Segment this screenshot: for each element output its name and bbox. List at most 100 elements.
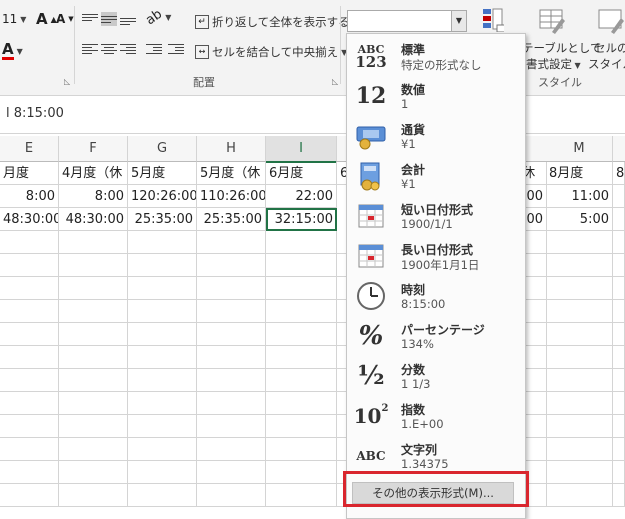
- menu-item-currency[interactable]: 通貨 ¥1: [347, 116, 525, 156]
- wrap-text-button[interactable]: ↵ 折り返して全体を表示する: [195, 14, 350, 30]
- cell[interactable]: 8:00: [59, 185, 128, 208]
- cell[interactable]: [0, 415, 59, 438]
- cell[interactable]: [128, 392, 197, 415]
- merge-center-button[interactable]: ↔ セルを結合して中央揃え ▼: [195, 44, 347, 60]
- shrink-font-button[interactable]: A ▼: [56, 12, 74, 26]
- cell[interactable]: [546, 346, 613, 369]
- cell[interactable]: [0, 231, 59, 254]
- cell[interactable]: 25:35:00: [128, 208, 197, 231]
- cell[interactable]: [59, 461, 128, 484]
- menu-item-text[interactable]: ABC 文字列 1.34375: [347, 436, 525, 476]
- cell[interactable]: [128, 346, 197, 369]
- cell[interactable]: [546, 484, 613, 507]
- number-format-combo[interactable]: ▼: [347, 10, 467, 32]
- cell[interactable]: [266, 369, 337, 392]
- format-as-table-icon[interactable]: [538, 8, 566, 34]
- font-color-dropdown-icon[interactable]: ▼: [17, 47, 23, 56]
- cell[interactable]: [266, 231, 337, 254]
- cell[interactable]: [266, 438, 337, 461]
- cell[interactable]: [266, 346, 337, 369]
- cell[interactable]: [197, 415, 266, 438]
- cell[interactable]: [59, 438, 128, 461]
- table-dropdown-icon[interactable]: ▼: [572, 61, 581, 70]
- cell[interactable]: 22:00: [266, 185, 337, 208]
- font-size-dropdown-icon[interactable]: ▼: [20, 15, 26, 24]
- menu-item-short-date[interactable]: 短い日付形式 1900/1/1: [347, 196, 525, 236]
- grow-font-button[interactable]: A ▲: [36, 10, 57, 28]
- cell[interactable]: 11:00: [546, 185, 613, 208]
- cell[interactable]: [266, 392, 337, 415]
- conditional-format-icon[interactable]: [482, 8, 506, 33]
- cell[interactable]: [613, 254, 625, 277]
- cell[interactable]: [546, 369, 613, 392]
- cell[interactable]: [0, 369, 59, 392]
- cell[interactable]: [197, 369, 266, 392]
- cell-styles-label[interactable]: セルの: [594, 40, 625, 56]
- cell[interactable]: [197, 300, 266, 323]
- font-group-launcher-icon[interactable]: ◺: [64, 77, 70, 86]
- cell[interactable]: [546, 300, 613, 323]
- cell[interactable]: [59, 254, 128, 277]
- cell[interactable]: [59, 300, 128, 323]
- cell[interactable]: 110:26:00: [197, 185, 266, 208]
- cell[interactable]: [0, 254, 59, 277]
- menu-item-general[interactable]: ABC 123 標準 特定の形式なし: [347, 36, 525, 76]
- cell[interactable]: 8: [613, 162, 625, 185]
- cell[interactable]: [0, 346, 59, 369]
- decrease-indent-icon[interactable]: [146, 42, 162, 56]
- center-align-icon[interactable]: [101, 42, 117, 56]
- selected-cell[interactable]: 32:15:00: [266, 208, 337, 231]
- column-header-g[interactable]: G: [128, 136, 197, 162]
- cell[interactable]: [546, 323, 613, 346]
- cell[interactable]: [613, 438, 625, 461]
- cell[interactable]: [266, 277, 337, 300]
- cell[interactable]: [266, 323, 337, 346]
- cell[interactable]: [613, 323, 625, 346]
- format-as-table-label-2[interactable]: 書式設定 ▼: [526, 56, 581, 72]
- top-align-icon[interactable]: [82, 12, 98, 26]
- cell-styles-label-2[interactable]: スタイル: [588, 56, 625, 72]
- worksheet-grid[interactable]: E F G H I M 月度 4月度（休 5月度 5月度（休 6月度 6/ (休…: [0, 136, 625, 517]
- orientation-button[interactable]: ab ▼: [143, 7, 171, 29]
- cell[interactable]: [613, 277, 625, 300]
- cell[interactable]: [613, 461, 625, 484]
- cell[interactable]: [197, 231, 266, 254]
- cell[interactable]: 48:30:00: [0, 208, 59, 231]
- cell[interactable]: [613, 346, 625, 369]
- cell[interactable]: [546, 254, 613, 277]
- cell[interactable]: [613, 231, 625, 254]
- cell[interactable]: 6月度: [266, 162, 337, 185]
- format-as-table-label[interactable]: テーブルとして: [522, 40, 601, 56]
- cell[interactable]: [266, 254, 337, 277]
- right-align-icon[interactable]: [120, 42, 136, 56]
- middle-align-icon[interactable]: [101, 12, 117, 26]
- menu-item-time[interactable]: 時刻 8:15:00: [347, 276, 525, 316]
- cell[interactable]: [59, 231, 128, 254]
- cell[interactable]: [197, 254, 266, 277]
- cell[interactable]: [128, 484, 197, 507]
- cell[interactable]: [613, 415, 625, 438]
- cell[interactable]: [613, 208, 625, 231]
- cell[interactable]: [266, 461, 337, 484]
- increase-indent-icon[interactable]: [168, 42, 184, 56]
- cell[interactable]: [613, 392, 625, 415]
- column-header-f[interactable]: F: [59, 136, 128, 162]
- cell[interactable]: [197, 323, 266, 346]
- menu-item-number[interactable]: 12 数値 1: [347, 76, 525, 116]
- cell[interactable]: 25:35:00: [197, 208, 266, 231]
- orientation-dropdown-icon[interactable]: ▼: [165, 13, 171, 22]
- cell[interactable]: [197, 346, 266, 369]
- cell[interactable]: [59, 346, 128, 369]
- cell[interactable]: [59, 415, 128, 438]
- cell[interactable]: [59, 484, 128, 507]
- formula-bar[interactable]: l 8:15:00: [0, 96, 625, 134]
- cell[interactable]: [197, 438, 266, 461]
- cell[interactable]: [613, 484, 625, 507]
- cell[interactable]: [128, 369, 197, 392]
- cell[interactable]: [59, 369, 128, 392]
- font-color-button[interactable]: A ▼: [2, 42, 23, 60]
- cell[interactable]: [59, 392, 128, 415]
- cell[interactable]: [613, 185, 625, 208]
- cell[interactable]: 48:30:00: [59, 208, 128, 231]
- left-align-icon[interactable]: [82, 42, 98, 56]
